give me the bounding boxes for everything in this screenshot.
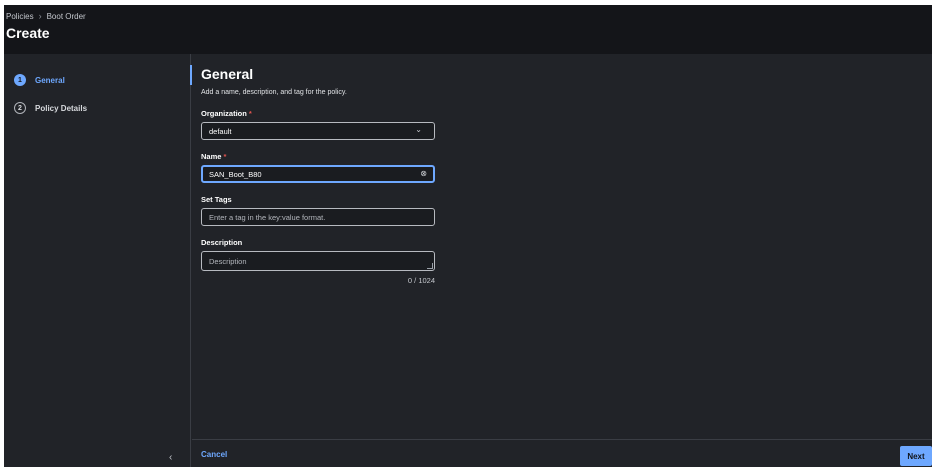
step-label: General: [35, 75, 65, 85]
chevron-down-icon: ⌄: [415, 125, 422, 134]
cancel-button[interactable]: Cancel: [201, 450, 227, 459]
step-policy-details[interactable]: 2 Policy Details: [14, 102, 87, 114]
step-number-badge: 2: [14, 102, 26, 114]
organization-label: Organization *: [201, 109, 252, 118]
step-general[interactable]: 1 General: [14, 74, 65, 86]
required-marker: *: [223, 152, 227, 161]
name-value: SAN_Boot_B80: [209, 169, 262, 179]
form-footer: Cancel Next: [192, 439, 932, 467]
name-label: Name *: [201, 152, 226, 161]
breadcrumb-separator-icon: ›: [38, 11, 42, 21]
resize-handle-icon[interactable]: [427, 263, 433, 269]
chevron-left-icon[interactable]: ‹: [169, 452, 172, 463]
organization-select[interactable]: default ⌄: [201, 122, 435, 140]
description-placeholder: Description: [209, 256, 247, 266]
breadcrumb-item-boot-order: Boot Order: [46, 11, 86, 21]
set-tags-placeholder: Enter a tag in the key:value format.: [209, 212, 326, 222]
section-title: General: [201, 66, 254, 82]
page-title: Create: [6, 25, 50, 41]
description-textarea[interactable]: Description: [201, 251, 435, 271]
clear-icon[interactable]: ⊗: [420, 169, 427, 178]
step-label: Policy Details: [35, 103, 88, 113]
page-header: Policies › Boot Order Create: [4, 5, 932, 54]
description-label: Description: [201, 238, 243, 247]
app-window: Policies › Boot Order Create 1 General 2…: [4, 5, 932, 467]
next-button[interactable]: Next: [900, 446, 932, 466]
organization-value: default: [209, 126, 232, 136]
name-label-text: Name: [201, 152, 222, 161]
step-number-badge: 1: [14, 74, 26, 86]
organization-label-text: Organization: [201, 109, 247, 118]
general-form: General Add a name, description, and tag…: [192, 54, 932, 439]
breadcrumb-item-policies[interactable]: Policies: [6, 12, 34, 21]
character-counter: 0 / 1024: [407, 276, 435, 285]
required-marker: *: [248, 109, 252, 118]
section-description: Add a name, description, and tag for the…: [201, 89, 347, 96]
wizard-steps-sidebar: 1 General 2 Policy Details ‹: [4, 54, 191, 467]
name-input[interactable]: SAN_Boot_B80 ⊗: [201, 165, 435, 183]
set-tags-label: Set Tags: [201, 195, 232, 204]
breadcrumb: Policies › Boot Order: [6, 11, 86, 21]
set-tags-input[interactable]: Enter a tag in the key:value format.: [201, 208, 435, 226]
